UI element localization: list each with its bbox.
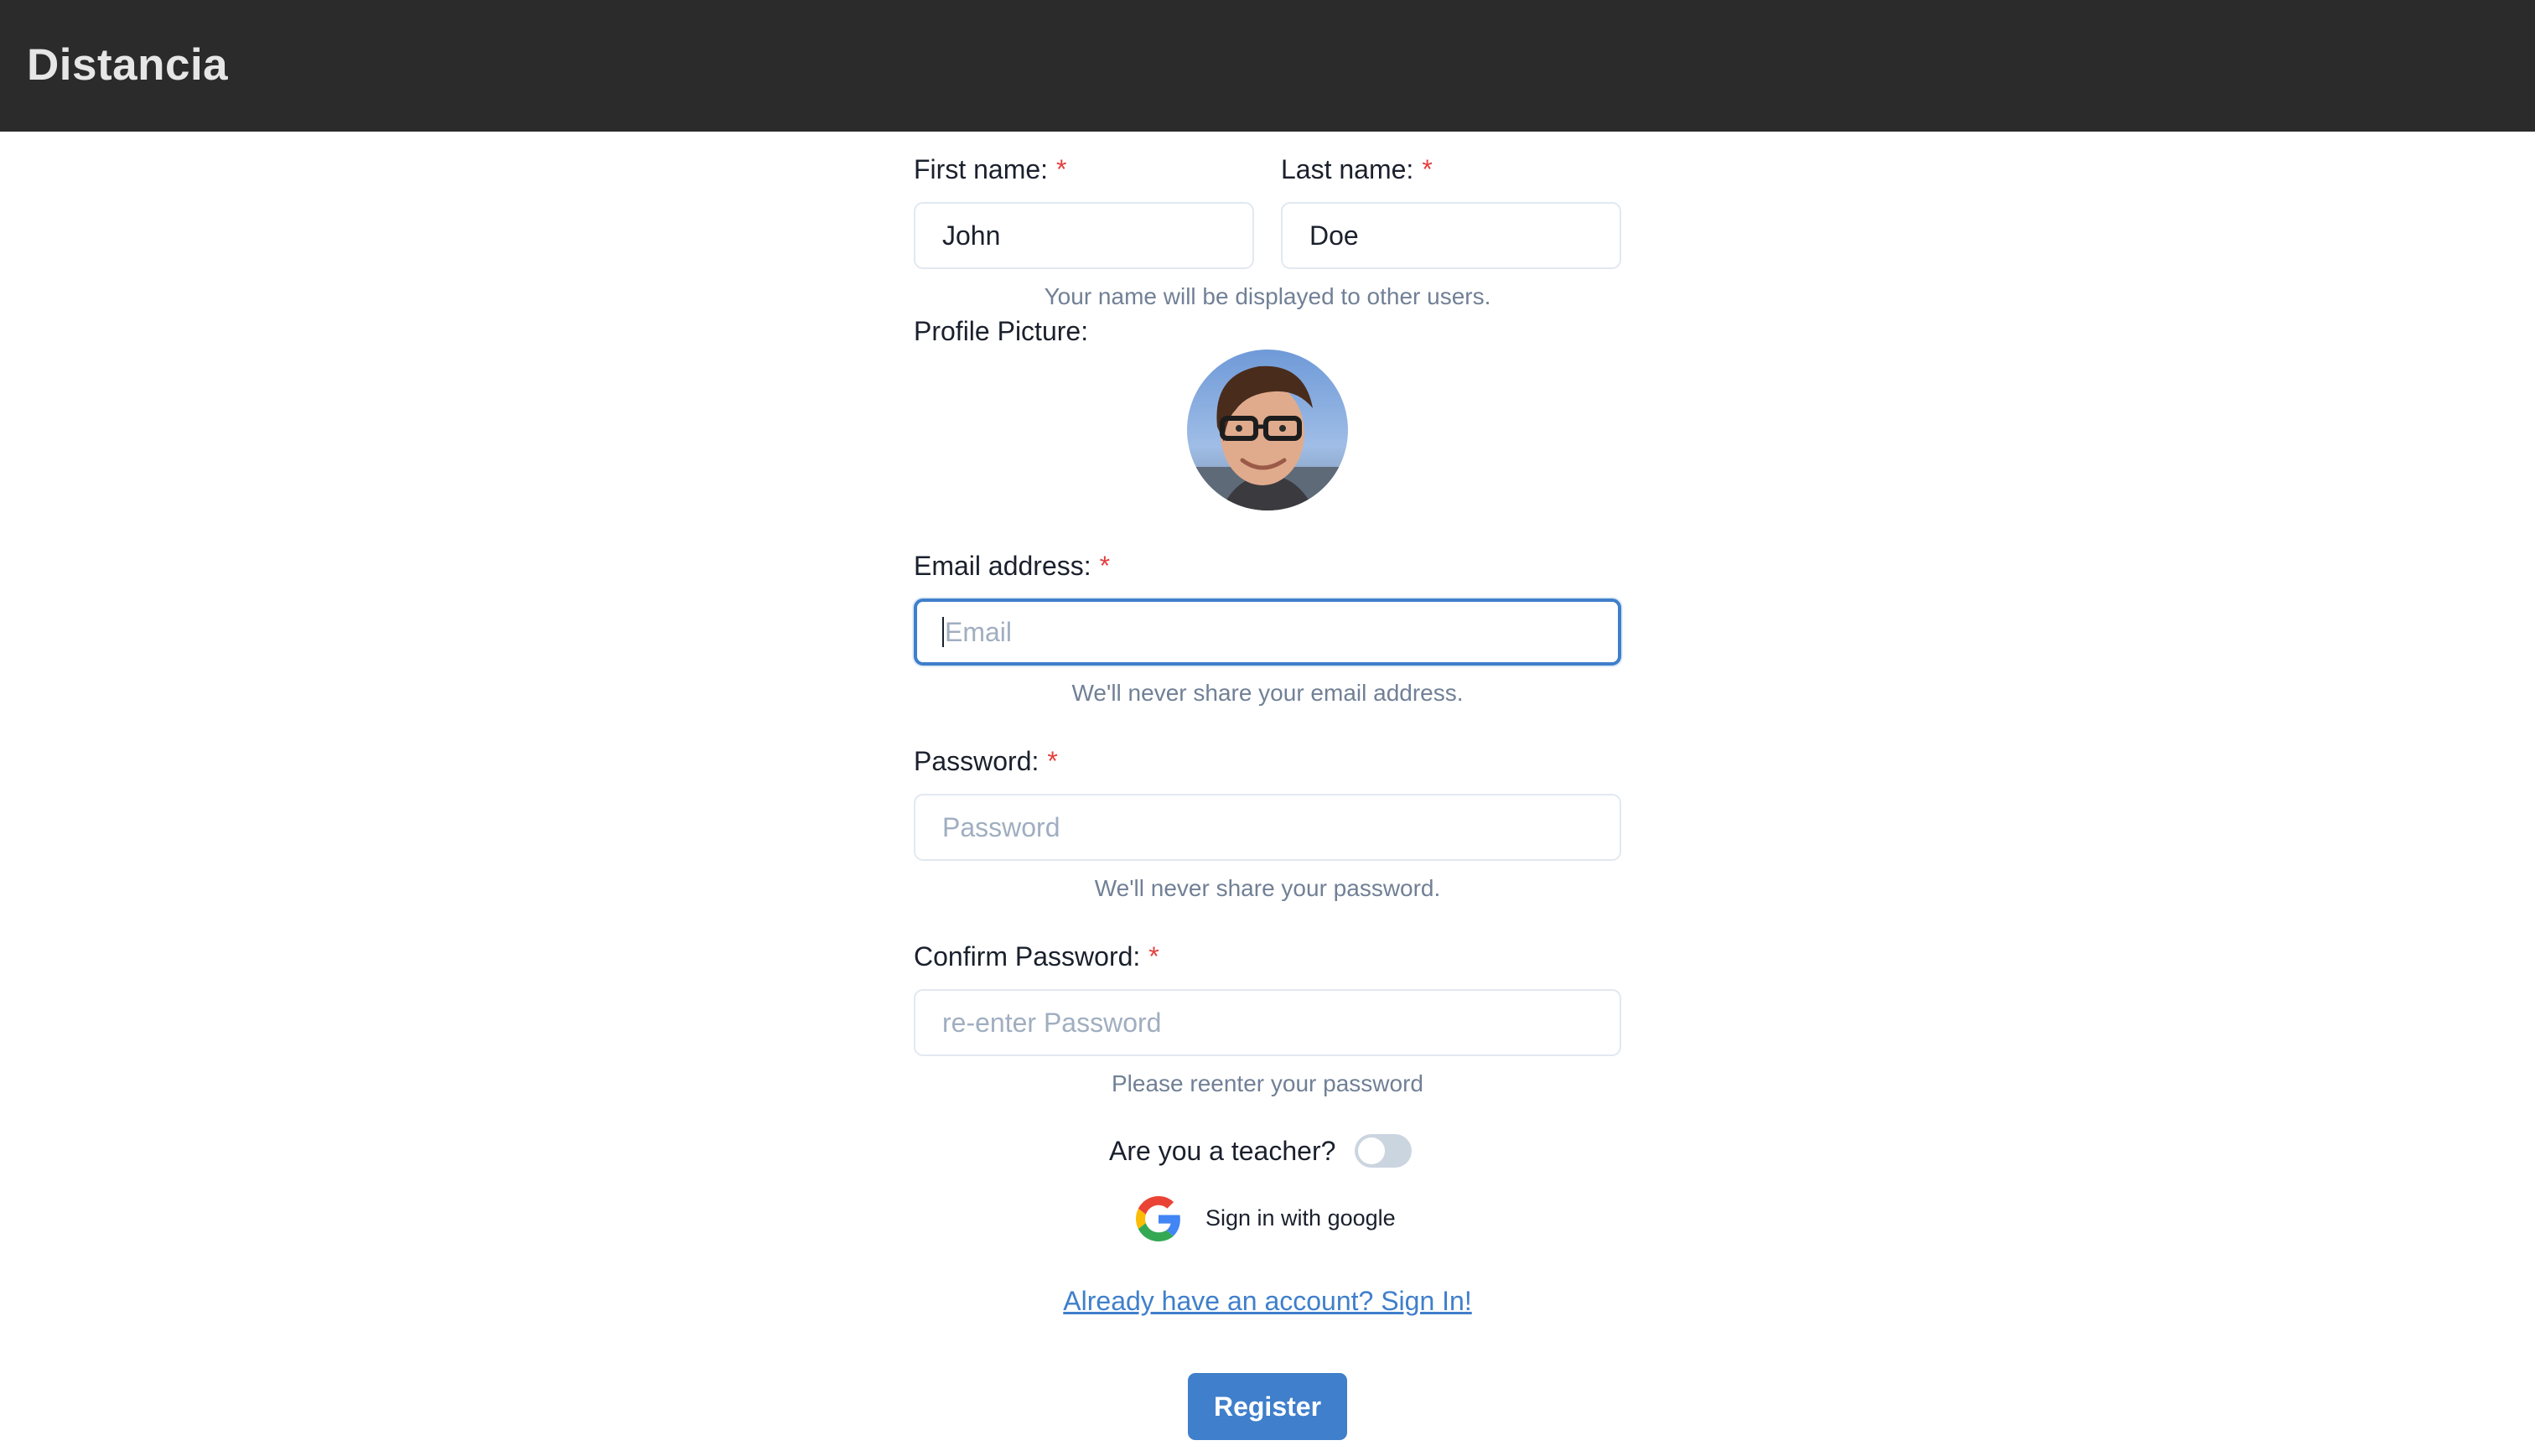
required-asterisk: * (1047, 746, 1058, 776)
last-name-label-text: Last name: (1281, 154, 1414, 184)
required-asterisk: * (1148, 941, 1159, 972)
last-name-input[interactable]: Doe (1281, 202, 1621, 269)
password-label: Password: * (914, 744, 1058, 778)
avatar-image (1187, 350, 1348, 510)
confirm-password-label-text: Confirm Password: (914, 941, 1141, 972)
password-label-text: Password: (914, 746, 1039, 776)
google-signin-button[interactable]: Sign in with google (1205, 1204, 1396, 1232)
brand-logo[interactable]: Distancia (27, 37, 228, 94)
register-button[interactable]: Register (1188, 1373, 1347, 1440)
avatar[interactable] (1187, 350, 1348, 510)
email-label: Email address: * (914, 549, 1110, 583)
first-name-value: John (942, 220, 1001, 251)
signin-link[interactable]: Already have an account? Sign In! (914, 1284, 1621, 1318)
first-name-label-text: First name: (914, 154, 1049, 184)
confirm-password-input[interactable]: re-enter Password (914, 989, 1621, 1056)
teacher-toggle[interactable] (1355, 1134, 1412, 1168)
confirm-password-placeholder: re-enter Password (942, 1007, 1162, 1038)
name-help-text: Your name will be displayed to other use… (1044, 283, 1491, 309)
password-help-text: We'll never share your password. (1094, 875, 1441, 901)
required-asterisk: * (1099, 551, 1111, 581)
profile-picture-label: Profile Picture: (914, 316, 1089, 346)
text-caret (942, 617, 944, 647)
first-name-label: First name: * (914, 153, 1066, 186)
password-placeholder: Password (942, 811, 1060, 842)
last-name-value: Doe (1309, 220, 1359, 251)
required-asterisk: * (1422, 154, 1433, 184)
teacher-label: Are you a teacher? (1109, 1136, 1336, 1166)
navbar: Distancia (0, 0, 2535, 132)
toggle-knob (1358, 1137, 1385, 1164)
google-icon[interactable] (1136, 1196, 1181, 1241)
email-help-text: We'll never share your email address. (1071, 680, 1464, 706)
password-input[interactable]: Password (914, 794, 1621, 861)
required-asterisk: * (1056, 154, 1067, 184)
confirm-password-label: Confirm Password: * (914, 940, 1159, 973)
confirm-password-help-text: Please reenter your password (1112, 1070, 1423, 1096)
email-placeholder: Email (945, 616, 1013, 647)
last-name-label: Last name: * (1281, 153, 1433, 186)
first-name-input[interactable]: John (914, 202, 1254, 269)
email-label-text: Email address: (914, 551, 1091, 581)
email-input[interactable]: Email (914, 598, 1621, 666)
